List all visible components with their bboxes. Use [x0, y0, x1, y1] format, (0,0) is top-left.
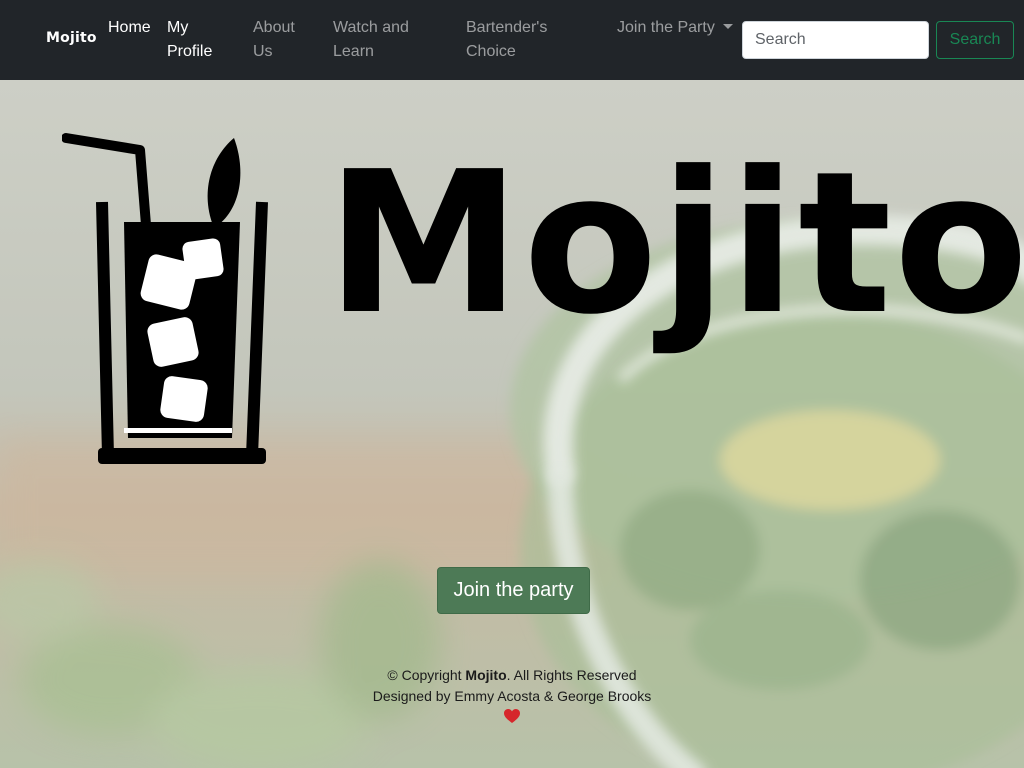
heart-icon	[504, 709, 520, 723]
caret-down-icon	[722, 24, 733, 29]
nav-bartenders-choice-link[interactable]: Bartender's Choice	[466, 16, 576, 64]
search-button[interactable]: Search	[936, 21, 1014, 59]
hero-section: Mojito Join the party © Copyright Mojito…	[0, 80, 1024, 768]
footer: © Copyright Mojito. All Rights Reserved …	[0, 665, 1024, 730]
copyright-suffix: . All Rights Reserved	[506, 667, 637, 683]
nav-home-link[interactable]: Home	[108, 16, 151, 40]
copyright-prefix: © Copyright	[387, 667, 462, 683]
brand-link[interactable]: Mojito	[46, 30, 97, 46]
dropdown-label: Join the Party	[617, 19, 715, 36]
nav-join-the-party-dropdown[interactable]: Join the Party	[617, 16, 733, 40]
join-the-party-button[interactable]: Join the party	[437, 567, 590, 614]
nav-watch-and-learn-link[interactable]: Watch and Learn	[333, 16, 443, 64]
logo-text: Mojito	[326, 130, 1024, 358]
search-input[interactable]	[742, 21, 929, 59]
designed-by: Designed by Emmy Acosta & George Brooks	[372, 688, 652, 704]
nav-my-profile-link[interactable]: My Profile	[167, 16, 227, 64]
nav-about-us-link[interactable]: About Us	[253, 16, 313, 64]
copyright-line: © Copyright Mojito. All Rights Reserved	[0, 665, 1024, 686]
navbar: Mojito Home My Profile About Us Watch an…	[0, 0, 1024, 80]
copyright-brand: Mojito	[465, 667, 507, 683]
cocktail-glass-icon	[62, 133, 268, 464]
